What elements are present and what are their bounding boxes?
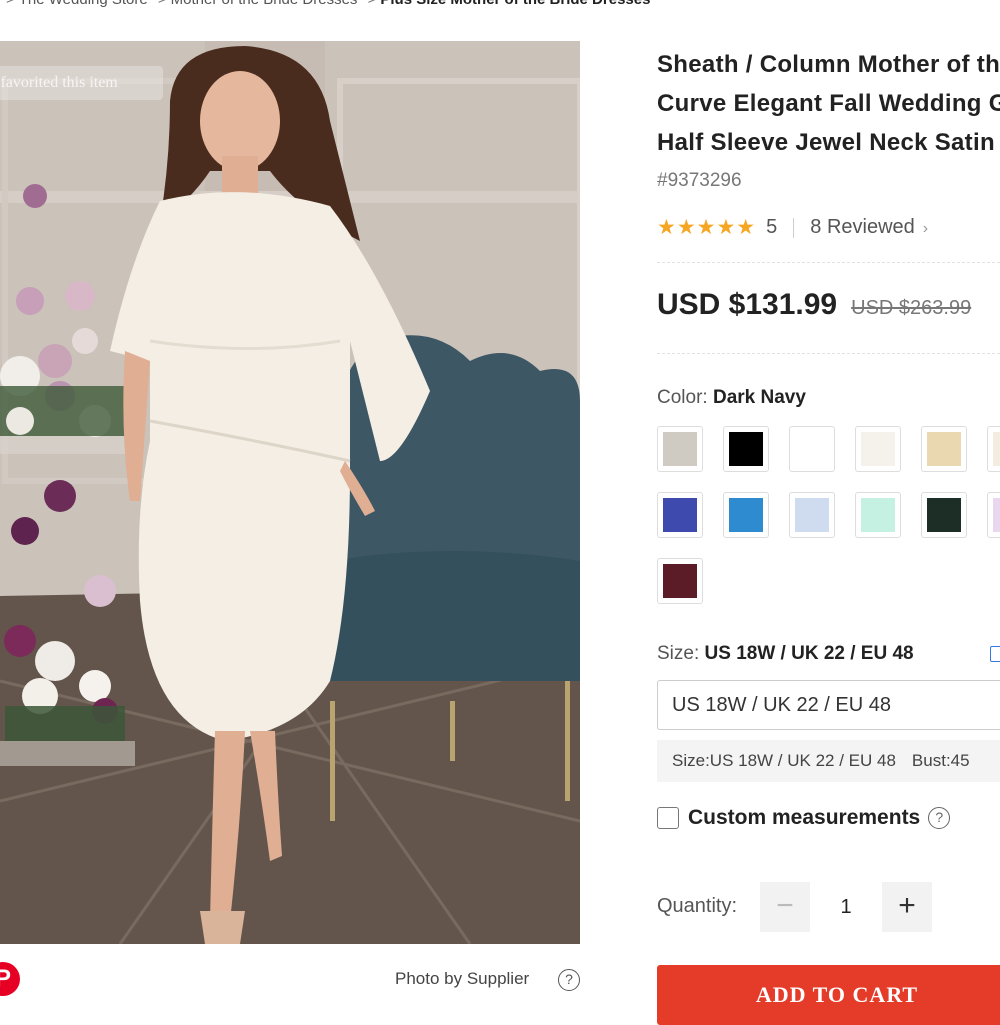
color-swatch[interactable]: [855, 492, 901, 538]
color-chip: [795, 432, 829, 466]
breadcrumb-link-wedding-store[interactable]: The Wedding Store: [19, 0, 148, 8]
color-swatch[interactable]: [657, 558, 703, 604]
color-chip: [795, 498, 829, 532]
color-swatch[interactable]: [657, 426, 703, 472]
favorite-overlay: t favorited this item: [0, 66, 163, 100]
size-info-size: Size:US 18W / UK 22 / EU 48: [672, 751, 896, 770]
color-swatch[interactable]: [987, 492, 1000, 538]
breadcrumb-separator: >: [158, 0, 167, 8]
reviews-link[interactable]: 8 Reviewed ›: [810, 216, 928, 239]
divider: [657, 262, 1000, 263]
size-label-text: Size:: [657, 643, 700, 664]
product-sku: #9373296: [657, 170, 742, 191]
photo-help-icon[interactable]: ?: [558, 969, 580, 991]
color-chip: [927, 498, 961, 532]
quantity-decrease-button[interactable]: −: [760, 882, 810, 932]
quantity-increase-button[interactable]: +: [882, 882, 932, 932]
breadcrumb-separator: >: [368, 0, 377, 8]
color-chip: [729, 498, 763, 532]
breadcrumb-link-mother-of-bride[interactable]: Mother of the Bride Dresses: [171, 0, 358, 8]
color-chip: [993, 432, 1000, 466]
sale-price: USD $131.99: [657, 288, 838, 321]
breadcrumb-separator: >: [6, 0, 15, 8]
color-chip: [729, 432, 763, 466]
custom-measurements-checkbox[interactable]: [657, 807, 679, 829]
size-guide-icon[interactable]: [990, 646, 1000, 662]
rating-row: ★★★★★ 5 8 Reviewed ›: [657, 215, 928, 240]
add-to-cart-button[interactable]: ADD TO CART: [657, 965, 1000, 1025]
color-label: Color: Dark Navy: [657, 387, 806, 409]
color-swatch[interactable]: [723, 426, 769, 472]
color-swatch[interactable]: [723, 492, 769, 538]
color-chip: [993, 498, 1000, 532]
quantity-label: Quantity:: [657, 895, 738, 917]
product-title: Sheath / Column Mother of the Bride Dres…: [657, 45, 1000, 162]
custom-measurements-label[interactable]: Custom measurements: [688, 806, 920, 830]
breadcrumb: > The Wedding Store > Mother of the Bride …: [0, 0, 650, 13]
color-swatch[interactable]: [789, 492, 835, 538]
color-label-text: Color:: [657, 387, 708, 408]
product-title-line: Sheath / Column Mother of the Bride Dres…: [657, 51, 1000, 78]
color-swatch[interactable]: [987, 426, 1000, 472]
size-label: Size: US 18W / UK 22 / EU 48: [657, 643, 914, 665]
selected-color: Dark Navy: [712, 387, 806, 408]
color-chip: [927, 432, 961, 466]
color-swatch[interactable]: [921, 492, 967, 538]
color-swatch[interactable]: [855, 426, 901, 472]
divider: [657, 353, 1000, 354]
color-chip: [663, 564, 697, 598]
size-info-bust: Bust:45: [911, 751, 970, 770]
chevron-right-icon: ›: [922, 220, 929, 237]
star-rating-icon: ★★★★★: [657, 216, 757, 239]
pinterest-icon[interactable]: P: [0, 962, 20, 996]
selected-size: US 18W / UK 22 / EU 48: [704, 643, 914, 664]
product-photo[interactable]: t favorited this item: [0, 41, 580, 944]
color-swatch[interactable]: [921, 426, 967, 472]
help-icon[interactable]: ?: [928, 807, 951, 829]
color-chip: [663, 498, 697, 532]
price-row: USD $131.99 USD $263.99: [657, 288, 971, 322]
custom-measurements-row: Custom measurements ?: [657, 806, 951, 830]
product-title-line: Curve Elegant Fall Wedding Guest Dress J…: [657, 90, 1000, 117]
color-chip: [861, 432, 895, 466]
size-select[interactable]: US 18W / UK 22 / EU 48: [657, 680, 1000, 730]
quantity-value[interactable]: 1: [810, 882, 882, 932]
reviews-count: 8 Reviewed: [810, 216, 915, 238]
rating-divider: [793, 217, 795, 238]
color-chip: [663, 432, 697, 466]
color-swatch[interactable]: [657, 492, 703, 538]
original-price: USD $263.99: [851, 297, 972, 319]
photo-credit: Photo by Supplier: [395, 969, 530, 988]
size-info-bar: Size:US 18W / UK 22 / EU 48 Bust:45: [657, 740, 1000, 782]
breadcrumb-current-page: Plus Size Mother of the Bride Dresses: [380, 0, 650, 8]
color-swatch[interactable]: [789, 426, 835, 472]
color-chip: [861, 498, 895, 532]
product-title-line: Half Sleeve Jewel Neck Satin: [657, 129, 995, 156]
product-photo-illustration: [0, 41, 580, 944]
rating-value: 5: [766, 216, 778, 238]
